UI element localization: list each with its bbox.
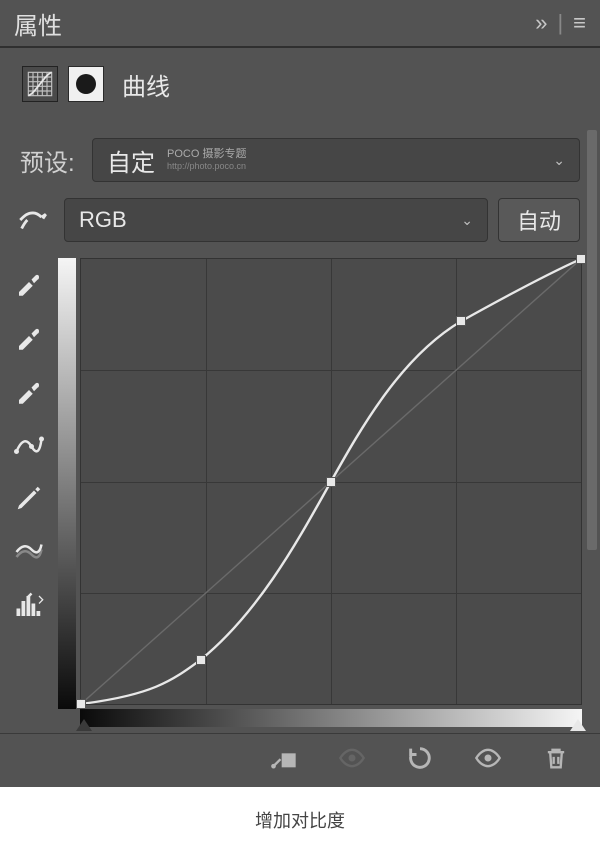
target-adjust-icon[interactable]: [12, 199, 54, 241]
watermark-line2: http://photo.poco.cn: [167, 161, 246, 171]
curve-point[interactable]: [576, 254, 586, 264]
separator: |: [557, 10, 563, 36]
chevron-down-icon: ⌄: [553, 152, 565, 169]
point-curve-icon[interactable]: [11, 426, 47, 462]
channel-value: RGB: [79, 207, 127, 233]
eyedropper-white-icon[interactable]: [11, 372, 47, 408]
header-controls: » | ≡: [535, 10, 586, 36]
black-point-slider[interactable]: [76, 719, 92, 731]
watermark: POCO 摄影专题 http://photo.poco.cn: [167, 148, 246, 172]
curve-point[interactable]: [196, 655, 206, 665]
tool-column: [0, 258, 58, 737]
curve-area: [0, 258, 590, 737]
chevron-down-icon: ⌄: [461, 212, 473, 229]
preset-label: 预设:: [20, 143, 84, 178]
clip-to-layer-icon[interactable]: [268, 742, 300, 774]
curve-point[interactable]: [326, 477, 336, 487]
adjustment-type-row: 曲线: [0, 48, 600, 114]
auto-button[interactable]: 自动: [498, 198, 580, 242]
trash-icon[interactable]: [540, 742, 572, 774]
adjustment-name: 曲线: [122, 67, 170, 102]
curves-adjustment-icon[interactable]: [22, 66, 58, 102]
preset-select[interactable]: 自定 POCO 摄影专题 http://photo.poco.cn ⌄: [92, 138, 580, 182]
eyedropper-black-icon[interactable]: [11, 264, 47, 300]
channel-select[interactable]: RGB ⌄: [64, 198, 488, 242]
eyedropper-gray-icon[interactable]: [11, 318, 47, 354]
caption: 增加对比度: [0, 787, 600, 853]
watermark-line1: POCO 摄影专题: [167, 148, 246, 160]
visibility-icon[interactable]: [472, 742, 504, 774]
pencil-icon[interactable]: [11, 480, 47, 516]
input-gradient: [80, 709, 582, 727]
curve-point[interactable]: [456, 316, 466, 326]
expand-icon[interactable]: »: [535, 10, 547, 36]
panel-menu-icon[interactable]: ≡: [573, 10, 586, 36]
panel-title: 属性: [14, 6, 62, 41]
white-point-slider[interactable]: [570, 719, 586, 731]
panel-header: 属性 » | ≡: [0, 0, 600, 48]
panel-body: 预设: 自定 POCO 摄影专题 http://photo.poco.cn ⌄ …: [0, 130, 600, 787]
panel-footer: [0, 733, 600, 781]
preset-row: 预设: 自定 POCO 摄影专题 http://photo.poco.cn ⌄: [0, 130, 600, 190]
curve-canvas[interactable]: [58, 258, 582, 737]
channel-row: RGB ⌄ 自动: [0, 190, 600, 250]
preset-value: 自定: [107, 143, 155, 178]
scrollbar[interactable]: [587, 130, 597, 550]
properties-panel: 属性 » | ≡ 曲线 预设: 自定 POCO 摄影专题 http://phot…: [0, 0, 600, 787]
curve-grid[interactable]: [80, 258, 582, 705]
histogram-clip-icon[interactable]: [11, 588, 47, 624]
output-gradient: [58, 258, 76, 709]
curve-point[interactable]: [76, 699, 86, 709]
reset-icon[interactable]: [404, 742, 436, 774]
layer-mask-icon[interactable]: [68, 66, 104, 102]
view-previous-icon[interactable]: [336, 742, 368, 774]
smooth-icon[interactable]: [11, 534, 47, 570]
